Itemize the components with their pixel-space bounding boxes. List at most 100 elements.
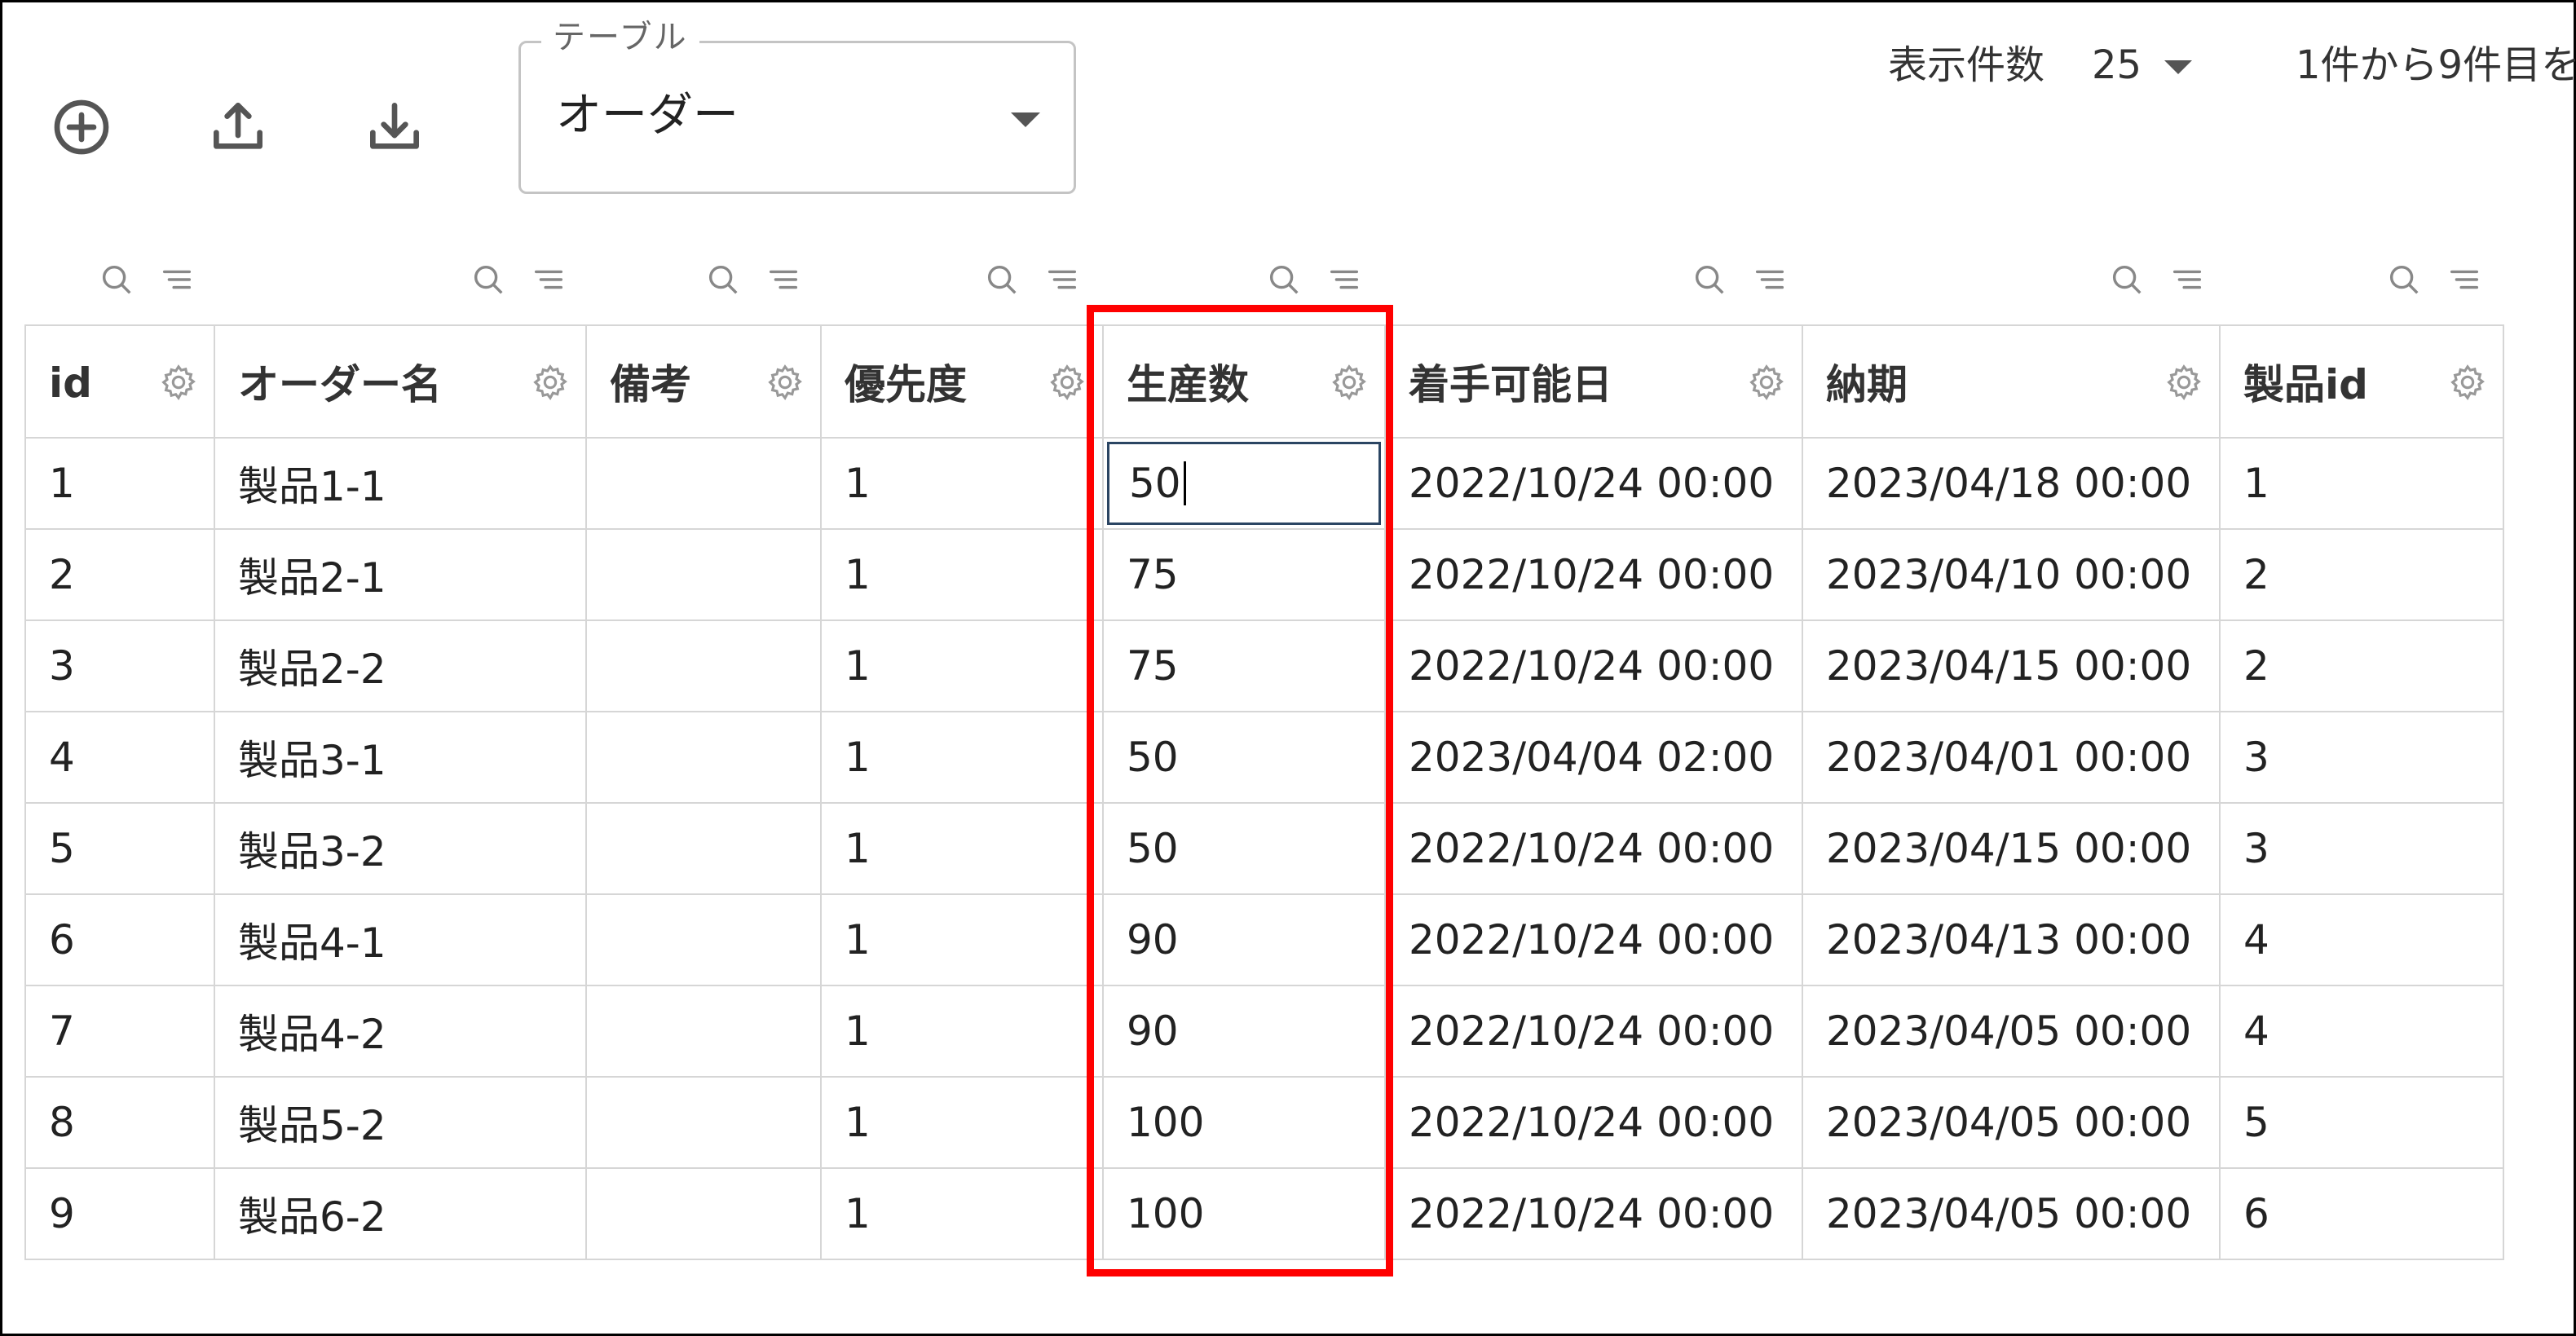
cell-qty[interactable]: 75	[1102, 619, 1386, 712]
cell-due[interactable]: 2023/04/18 00:00	[1802, 437, 2221, 530]
filter-icon[interactable]	[2168, 261, 2206, 298]
cell-priority[interactable]: 1	[820, 437, 1104, 530]
cell-product-id[interactable]: 2	[2219, 528, 2504, 621]
filter-icon[interactable]	[530, 261, 567, 298]
search-icon[interactable]	[470, 261, 507, 298]
cell-qty[interactable]: 75	[1102, 528, 1386, 621]
cell-name[interactable]: 製品5-2	[214, 1076, 587, 1169]
cell-note[interactable]	[585, 1076, 822, 1169]
gear-icon[interactable]	[530, 362, 571, 403]
cell-due[interactable]: 2023/04/10 00:00	[1802, 528, 2221, 621]
cell-due[interactable]: 2023/04/05 00:00	[1802, 1076, 2221, 1169]
gear-icon[interactable]	[2447, 362, 2488, 403]
cell-start[interactable]: 2022/10/24 00:00	[1384, 528, 1803, 621]
cell-due[interactable]: 2023/04/15 00:00	[1802, 802, 2221, 895]
cell-due[interactable]: 2023/04/05 00:00	[1802, 985, 2221, 1078]
column-header-priority[interactable]: 優先度	[820, 324, 1104, 439]
cell-name[interactable]: 製品6-2	[214, 1167, 587, 1260]
cell-name[interactable]: 製品2-2	[214, 619, 587, 712]
gear-icon[interactable]	[765, 362, 805, 403]
cell-qty[interactable]: 50	[1102, 711, 1386, 804]
cell-priority[interactable]: 1	[820, 985, 1104, 1078]
cell-start[interactable]: 2022/10/24 00:00	[1384, 619, 1803, 712]
cell-name[interactable]: 製品4-1	[214, 893, 587, 986]
cell-note[interactable]	[585, 893, 822, 986]
cell-start[interactable]: 2023/04/04 02:00	[1384, 711, 1803, 804]
cell-name[interactable]: 製品2-1	[214, 528, 587, 621]
cell-product-id[interactable]: 3	[2219, 711, 2504, 804]
cell-edit-input[interactable]: 50	[1107, 442, 1381, 525]
chevron-down-icon[interactable]	[1011, 112, 1040, 127]
cell-id[interactable]: 4	[24, 711, 215, 804]
cell-id[interactable]: 9	[24, 1167, 215, 1260]
cell-priority[interactable]: 1	[820, 528, 1104, 621]
cell-due[interactable]: 2023/04/15 00:00	[1802, 619, 2221, 712]
cell-note[interactable]	[585, 1167, 822, 1260]
cell-priority[interactable]: 1	[820, 802, 1104, 895]
cell-note[interactable]	[585, 528, 822, 621]
search-icon[interactable]	[2108, 261, 2146, 298]
search-icon[interactable]	[98, 261, 135, 298]
download-icon[interactable]	[362, 95, 427, 160]
chevron-down-icon[interactable]	[2164, 60, 2193, 74]
rows-per-page-value[interactable]: 25	[2092, 41, 2142, 90]
filter-icon[interactable]	[1043, 261, 1081, 298]
column-header-id[interactable]: id	[24, 324, 215, 439]
cell-qty[interactable]: 50	[1102, 437, 1386, 530]
column-header-note[interactable]: 備考	[585, 324, 822, 439]
cell-qty[interactable]: 90	[1102, 985, 1386, 1078]
cell-due[interactable]: 2023/04/05 00:00	[1802, 1167, 2221, 1260]
cell-priority[interactable]: 1	[820, 619, 1104, 712]
gear-icon[interactable]	[2164, 362, 2204, 403]
cell-note[interactable]	[585, 437, 822, 530]
cell-due[interactable]: 2023/04/01 00:00	[1802, 711, 2221, 804]
cell-start[interactable]: 2022/10/24 00:00	[1384, 802, 1803, 895]
cell-note[interactable]	[585, 802, 822, 895]
cell-note[interactable]	[585, 711, 822, 804]
cell-start[interactable]: 2022/10/24 00:00	[1384, 1076, 1803, 1169]
add-circle-icon[interactable]	[49, 95, 114, 160]
column-header-product-id[interactable]: 製品id	[2219, 324, 2504, 439]
cell-name[interactable]: 製品4-2	[214, 985, 587, 1078]
filter-icon[interactable]	[2446, 261, 2483, 298]
cell-qty[interactable]: 90	[1102, 893, 1386, 986]
cell-id[interactable]: 1	[24, 437, 215, 530]
cell-priority[interactable]: 1	[820, 1076, 1104, 1169]
cell-note[interactable]	[585, 985, 822, 1078]
cell-id[interactable]: 8	[24, 1076, 215, 1169]
filter-icon[interactable]	[158, 261, 196, 298]
cell-priority[interactable]: 1	[820, 1167, 1104, 1260]
cell-product-id[interactable]: 2	[2219, 619, 2504, 712]
cell-priority[interactable]: 1	[820, 893, 1104, 986]
cell-product-id[interactable]: 4	[2219, 985, 2504, 1078]
search-icon[interactable]	[983, 261, 1021, 298]
filter-icon[interactable]	[765, 261, 802, 298]
search-icon[interactable]	[704, 261, 742, 298]
search-icon[interactable]	[1691, 261, 1728, 298]
filter-icon[interactable]	[1325, 261, 1363, 298]
gear-icon[interactable]	[1746, 362, 1787, 403]
cell-start[interactable]: 2022/10/24 00:00	[1384, 1167, 1803, 1260]
rows-per-page-select[interactable]: 25	[2092, 41, 2193, 90]
cell-note[interactable]	[585, 619, 822, 712]
cell-name[interactable]: 製品1-1	[214, 437, 587, 530]
cell-start[interactable]: 2022/10/24 00:00	[1384, 893, 1803, 986]
cell-start[interactable]: 2022/10/24 00:00	[1384, 437, 1803, 530]
cell-product-id[interactable]: 6	[2219, 1167, 2504, 1260]
cell-start[interactable]: 2022/10/24 00:00	[1384, 985, 1803, 1078]
table-select-value[interactable]: オーダー	[556, 90, 739, 142]
cell-id[interactable]: 7	[24, 985, 215, 1078]
cell-priority[interactable]: 1	[820, 711, 1104, 804]
cell-id[interactable]: 6	[24, 893, 215, 986]
cell-qty[interactable]: 100	[1102, 1167, 1386, 1260]
upload-icon[interactable]	[205, 95, 271, 160]
cell-product-id[interactable]: 5	[2219, 1076, 2504, 1169]
cell-due[interactable]: 2023/04/13 00:00	[1802, 893, 2221, 986]
cell-qty[interactable]: 100	[1102, 1076, 1386, 1169]
column-header-due[interactable]: 納期	[1802, 324, 2221, 439]
cell-product-id[interactable]: 4	[2219, 893, 2504, 986]
gear-icon[interactable]	[158, 362, 199, 403]
column-header-start[interactable]: 着手可能日	[1384, 324, 1803, 439]
cell-id[interactable]: 3	[24, 619, 215, 712]
cell-qty[interactable]: 50	[1102, 802, 1386, 895]
